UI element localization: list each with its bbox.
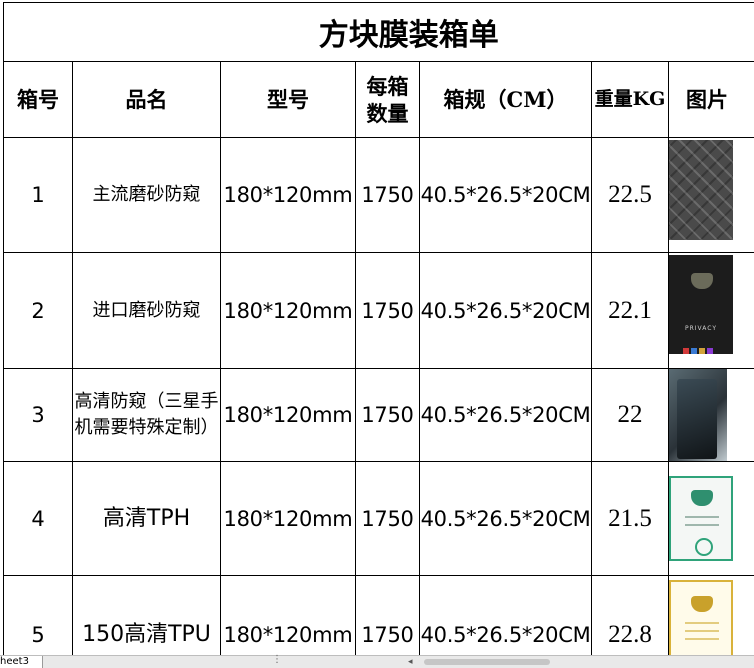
header-weight[interactable]: 重量KG (592, 62, 669, 138)
horizontal-scrollbar-thumb[interactable] (424, 659, 550, 665)
weight-cell[interactable]: 21.5 (592, 462, 669, 576)
header-picture[interactable]: 图片 (669, 62, 754, 138)
mask-logo-icon (691, 273, 713, 289)
picture-cell[interactable]: PRIVACY (669, 253, 754, 369)
header-qty-per-box[interactable]: 每箱 数量 (356, 62, 420, 138)
weight-cell[interactable]: 22.8 (592, 576, 669, 656)
scroll-left-arrow-icon[interactable]: ◂ (408, 656, 413, 668)
box-no-cell[interactable]: 5 (4, 576, 73, 656)
model-cell[interactable]: 180*120mm (221, 462, 356, 576)
color-swatches (683, 339, 715, 354)
header-qty-line1: 每箱 (356, 73, 419, 100)
sheet-tab-sheet3[interactable]: heet3 (0, 656, 43, 668)
table-row: 1 主流磨砂防窥 180*120mm 1750 40.5*26.5*20CM 2… (4, 138, 754, 253)
box-no-cell[interactable]: 3 (4, 369, 73, 462)
box-spec-cell[interactable]: 40.5*26.5*20CM (420, 138, 592, 253)
weight-cell[interactable]: 22.5 (592, 138, 669, 253)
box-no-cell[interactable]: 2 (4, 253, 73, 369)
header-qty-line2: 数量 (356, 100, 419, 127)
table-row: 3 高清防窥（三星手机需要特殊定制） 180*120mm 1750 40.5*2… (4, 369, 754, 462)
product-name-cell[interactable]: 高清防窥（三星手机需要特殊定制） (73, 369, 221, 462)
box-spec-cell[interactable]: 40.5*26.5*20CM (420, 576, 592, 656)
weight-cell[interactable]: 22 (592, 369, 669, 462)
model-cell[interactable]: 180*120mm (221, 253, 356, 369)
box-spec-cell[interactable]: 40.5*26.5*20CM (420, 369, 592, 462)
qty-cell[interactable]: 1750 (356, 138, 420, 253)
sheet-tab-bar: heet3 ⋮ ◂ (0, 655, 754, 668)
product-name-cell[interactable]: 进口磨砂防窥 (73, 253, 221, 369)
qty-cell[interactable]: 1750 (356, 576, 420, 656)
header-box-no[interactable]: 箱号 (4, 62, 73, 138)
table-row: 2 进口磨砂防窥 180*120mm 1750 40.5*26.5*20CM 2… (4, 253, 754, 369)
qty-cell[interactable]: 1750 (356, 369, 420, 462)
picture-cell[interactable] (669, 138, 754, 253)
title-row: 方块膜装箱单 (4, 3, 754, 62)
picture-cell[interactable] (669, 462, 754, 576)
product-image-hd-tph[interactable] (669, 476, 733, 561)
mask-logo-icon (691, 596, 713, 612)
packing-list-table: 方块膜装箱单 箱号 品名 型号 每箱 数量 箱规（CM） 重量KG 图片 1 主… (3, 2, 754, 655)
qty-cell[interactable]: 1750 (356, 462, 420, 576)
box-spec-cell[interactable]: 40.5*26.5*20CM (420, 253, 592, 369)
table-row: 5 150高清TPU 180*120mm 1750 40.5*26.5*20CM… (4, 576, 754, 656)
box-spec-cell[interactable]: 40.5*26.5*20CM (420, 462, 592, 576)
weight-cell[interactable]: 22.1 (592, 253, 669, 369)
product-name-cell[interactable]: 主流磨砂防窥 (73, 138, 221, 253)
box-no-cell[interactable]: 4 (4, 462, 73, 576)
product-name-cell[interactable]: 150高清TPU (73, 576, 221, 656)
product-image-frosted-privacy[interactable] (669, 140, 733, 240)
seal-icon (695, 538, 713, 556)
sheet-title[interactable]: 方块膜装箱单 (4, 3, 754, 62)
ellipsis-icon[interactable]: ⋮ (272, 654, 283, 666)
picture-cell[interactable] (669, 369, 754, 462)
product-image-hd-privacy[interactable] (669, 369, 727, 462)
model-cell[interactable]: 180*120mm (221, 369, 356, 462)
table-row: 4 高清TPH 180*120mm 1750 40.5*26.5*20CM 21… (4, 462, 754, 576)
qty-cell[interactable]: 1750 (356, 253, 420, 369)
model-cell[interactable]: 180*120mm (221, 138, 356, 253)
spreadsheet-area: 方块膜装箱单 箱号 品名 型号 每箱 数量 箱规（CM） 重量KG 图片 1 主… (0, 0, 754, 655)
product-name-cell[interactable]: 高清TPH (73, 462, 221, 576)
picture-cell[interactable] (669, 576, 754, 656)
header-model[interactable]: 型号 (221, 62, 356, 138)
model-cell[interactable]: 180*120mm (221, 576, 356, 656)
mask-logo-icon (691, 490, 713, 506)
box-no-cell[interactable]: 1 (4, 138, 73, 253)
product-image-imported-privacy[interactable]: PRIVACY (669, 255, 733, 354)
header-row: 箱号 品名 型号 每箱 数量 箱规（CM） 重量KG 图片 (4, 62, 754, 138)
header-box-spec[interactable]: 箱规（CM） (420, 62, 592, 138)
thumb-privacy-label: PRIVACY (669, 325, 733, 332)
header-product-name[interactable]: 品名 (73, 62, 221, 138)
phone-screen-icon (677, 379, 717, 459)
product-image-hd-tpu[interactable] (669, 580, 733, 655)
